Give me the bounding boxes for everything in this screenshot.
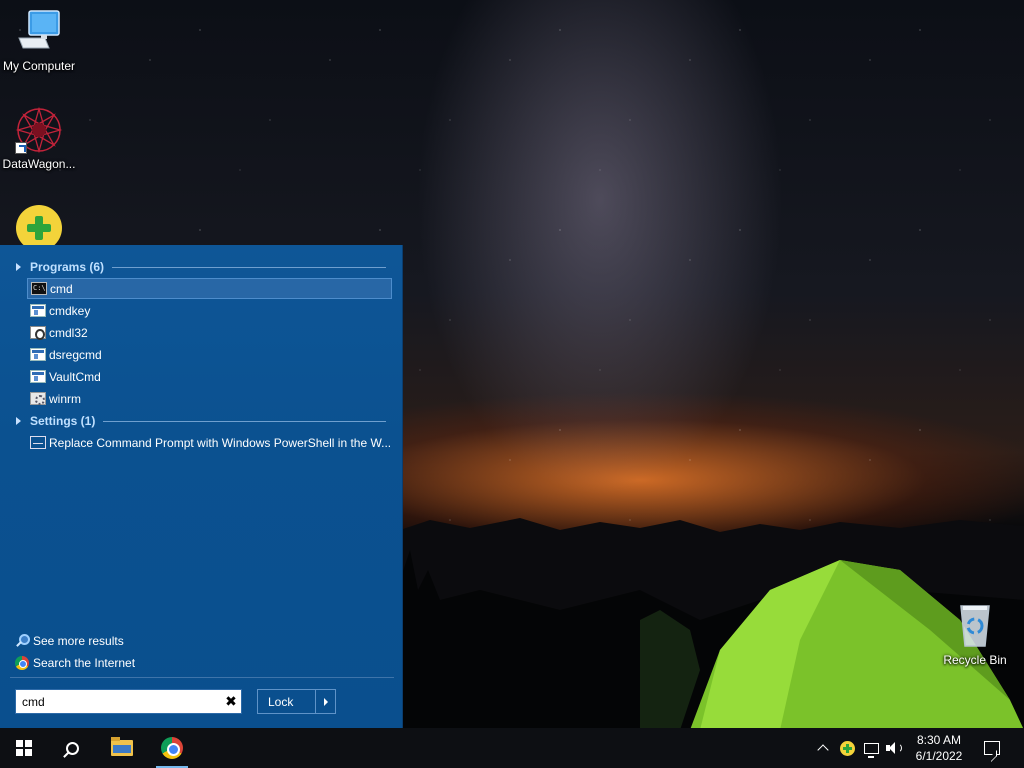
power-options-arrow-icon[interactable] xyxy=(316,690,335,713)
lock-button-label: Lock xyxy=(258,690,316,713)
magnifier-icon xyxy=(15,634,30,648)
window-icon xyxy=(30,348,46,361)
action-center-button[interactable] xyxy=(980,728,1004,768)
lock-button[interactable]: Lock xyxy=(257,689,336,714)
chrome-icon xyxy=(15,656,29,670)
result-cmdkey[interactable]: cmdkey xyxy=(27,300,392,321)
clock-time: 8:30 AM xyxy=(916,733,962,747)
clock-date: 6/1/2022 xyxy=(915,749,963,763)
programs-section-header[interactable]: Programs (6) xyxy=(16,258,386,276)
notification-icon xyxy=(984,741,1000,755)
start-button[interactable] xyxy=(4,728,44,768)
recycle-bin-icon xyxy=(951,602,999,650)
start-search-box[interactable]: ✖ xyxy=(15,689,242,714)
window-icon xyxy=(30,304,46,317)
search-button[interactable] xyxy=(52,728,92,768)
volume-button[interactable] xyxy=(884,728,904,768)
computer-icon xyxy=(15,8,63,56)
result-dsregcmd[interactable]: dsregcmd xyxy=(27,344,392,365)
result-label: Replace Command Prompt with Windows Powe… xyxy=(49,435,392,450)
result-label: cmdl32 xyxy=(49,325,88,340)
chrome-taskbar-button[interactable] xyxy=(152,728,192,768)
search-internet-link[interactable]: Search the Internet xyxy=(15,656,135,670)
chrome-icon xyxy=(161,737,183,759)
show-hidden-icons-button[interactable] xyxy=(814,728,832,768)
chevron-up-icon xyxy=(817,744,829,756)
window-icon xyxy=(30,370,46,383)
expand-triangle-icon xyxy=(16,417,21,425)
result-winrm[interactable]: winrm xyxy=(27,388,392,409)
gear-icon xyxy=(30,392,46,405)
datawagon-icon xyxy=(15,106,63,154)
search-icon xyxy=(65,741,79,755)
result-cmd[interactable]: C:\ cmd xyxy=(27,278,392,299)
network-button[interactable] xyxy=(861,728,881,768)
desktop-icon-datawagon[interactable]: DataWagon... xyxy=(0,106,78,171)
file-explorer-button[interactable] xyxy=(102,728,142,768)
desktop-icon-label: DataWagon... xyxy=(2,157,76,171)
taskbar: 8:30 AM 6/1/2022 xyxy=(0,728,1024,768)
see-more-results-link[interactable]: See more results xyxy=(15,634,124,648)
desktop-icon-label: My Computer xyxy=(2,59,76,73)
start-menu-divider xyxy=(10,677,394,678)
programs-header-label: Programs (6) xyxy=(30,260,105,274)
add-app-tray-icon xyxy=(839,740,855,756)
windows-logo-icon xyxy=(16,740,32,756)
see-more-results-label: See more results xyxy=(33,634,124,648)
taskbar-clock[interactable]: 8:30 AM 6/1/2022 xyxy=(906,728,972,768)
result-label: winrm xyxy=(49,391,81,406)
result-vaultcmd[interactable]: VaultCmd xyxy=(27,366,392,387)
result-label: cmd xyxy=(50,281,73,296)
settings-icon xyxy=(30,436,46,449)
section-divider xyxy=(103,420,386,422)
tray-add-app[interactable] xyxy=(837,728,857,768)
console-icon: C:\ xyxy=(31,282,47,295)
start-menu: Programs (6) C:\ cmd cmdkey cmdl32 dsreg… xyxy=(0,245,403,728)
search-internet-label: Search the Internet xyxy=(33,656,136,670)
desktop-icon-my-computer[interactable]: My Computer xyxy=(0,8,78,73)
result-label: VaultCmd xyxy=(49,369,101,384)
start-search-input[interactable] xyxy=(16,690,221,713)
speaker-icon xyxy=(886,741,902,755)
desktop-icon-label: Recycle Bin xyxy=(943,653,1007,667)
dll-icon xyxy=(30,326,46,340)
result-label: dsregcmd xyxy=(49,347,102,362)
folder-icon xyxy=(111,737,133,756)
result-label: cmdkey xyxy=(49,303,91,318)
expand-triangle-icon xyxy=(16,263,21,271)
result-cmdl32[interactable]: cmdl32 xyxy=(27,322,392,343)
settings-header-label: Settings (1) xyxy=(30,414,96,428)
shortcut-arrow-icon xyxy=(15,142,27,154)
settings-section-header[interactable]: Settings (1) xyxy=(16,412,386,430)
result-replace-cmd-with-powershell[interactable]: Replace Command Prompt with Windows Powe… xyxy=(27,432,392,453)
section-divider xyxy=(112,266,386,268)
network-icon xyxy=(863,742,879,758)
desktop-icon-recycle-bin[interactable]: Recycle Bin xyxy=(936,602,1014,667)
clear-search-icon[interactable]: ✖ xyxy=(221,690,241,713)
